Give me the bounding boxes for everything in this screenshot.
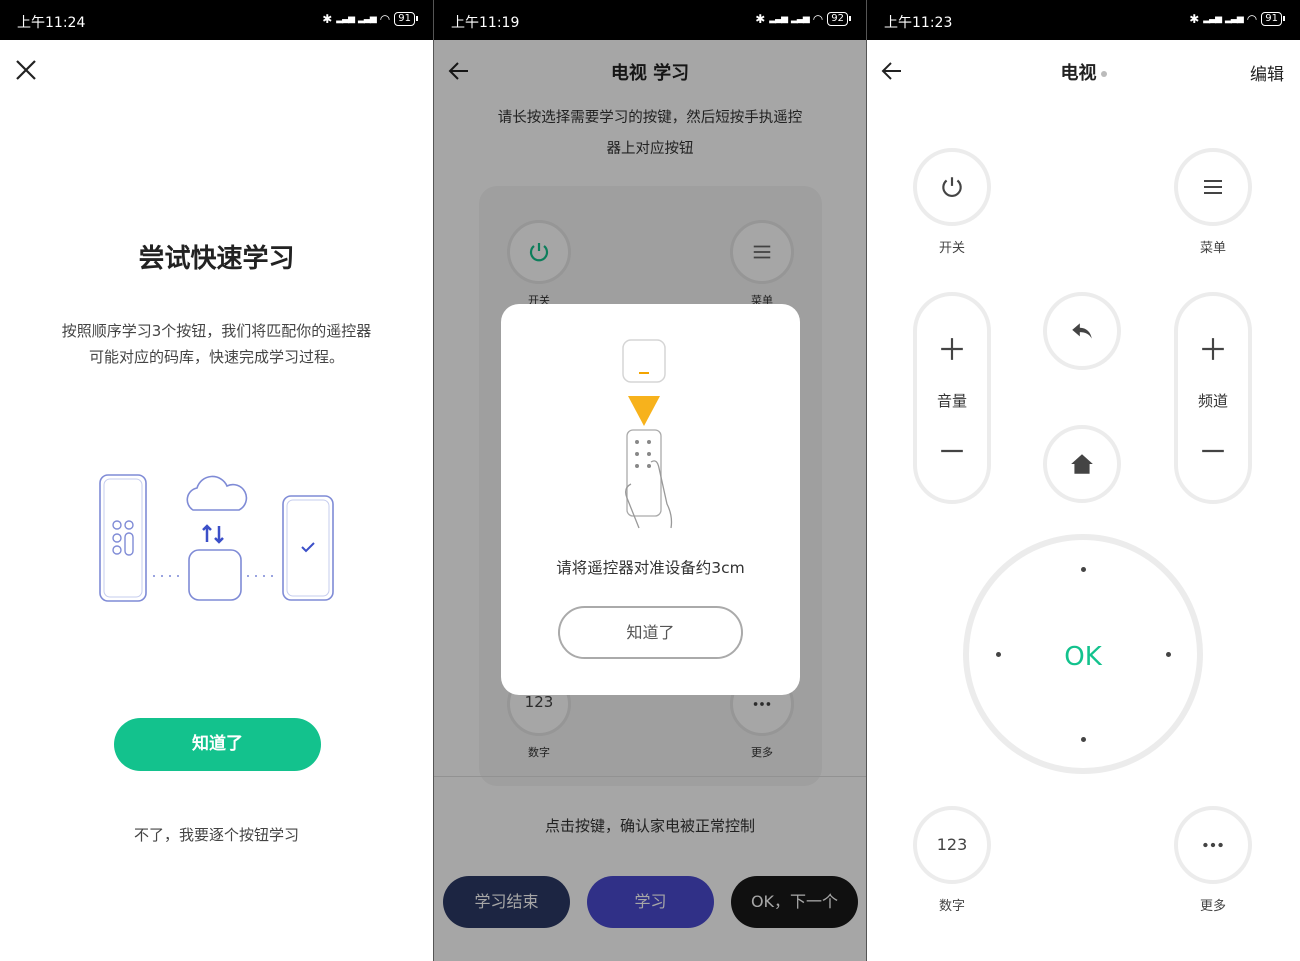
- signal-icon: ▂▃▅: [1203, 14, 1222, 24]
- page-title: 尝试快速学习: [138, 244, 295, 274]
- menu-button[interactable]: [1174, 148, 1252, 226]
- bluetooth-icon: ✱: [322, 12, 333, 26]
- home-icon: [1071, 454, 1093, 474]
- minus-icon[interactable]: [1200, 438, 1226, 464]
- device-name: 电视: [1060, 63, 1097, 84]
- edit-button[interactable]: 编辑: [1250, 60, 1284, 85]
- description-line: 可能对应的码库，快速完成学习过程。: [88, 348, 344, 366]
- close-icon[interactable]: [14, 58, 38, 82]
- number-button-text: 123: [936, 835, 968, 854]
- status-bar: 上午11:19 ✱ ▂▃▅ ▂▃▅ ◠ 92: [434, 0, 866, 40]
- wifi-icon: ◠: [812, 12, 824, 26]
- more-button[interactable]: [1174, 806, 1252, 884]
- aim-remote-illustration: [622, 339, 673, 529]
- more-label: 更多: [1199, 899, 1226, 914]
- signal-icon: ▂▃▅: [1225, 14, 1244, 24]
- page-title: 电视: [867, 59, 1300, 85]
- dialog-confirm-button[interactable]: 知道了: [558, 606, 743, 659]
- status-icons: ✱ ▂▃▅ ▂▃▅ ◠ 92: [755, 12, 851, 26]
- skip-link[interactable]: 不了，我要逐个按钮学习: [0, 824, 433, 845]
- wifi-icon: ◠: [1246, 12, 1258, 26]
- description-line: 按照顺序学习3个按钮，我们将匹配你的遥控器: [61, 322, 372, 340]
- return-button[interactable]: [1043, 292, 1121, 370]
- plus-icon[interactable]: [1200, 336, 1226, 362]
- bluetooth-icon: ✱: [1189, 12, 1200, 26]
- number-button[interactable]: 123: [913, 806, 991, 884]
- channel-label: 频道: [1197, 392, 1228, 410]
- alignment-dialog: 请将遥控器对准设备约3cm 知道了: [501, 304, 800, 695]
- dpad-up[interactable]: [1081, 567, 1086, 572]
- status-bar: 上午11:23 ✱ ▂▃▅ ▂▃▅ ◠ 91: [867, 0, 1300, 40]
- status-time: 上午11:23: [884, 15, 953, 31]
- signal-icon: ▂▃▅: [791, 14, 810, 24]
- ok-button[interactable]: OK: [969, 642, 1197, 672]
- confirm-button[interactable]: 知道了: [114, 718, 321, 771]
- power-label: 开关: [938, 241, 965, 256]
- minus-icon[interactable]: [939, 438, 965, 464]
- power-icon: [942, 177, 962, 198]
- volume-rocker: 音量: [913, 292, 991, 504]
- tv-remote-screen: 上午11:23 ✱ ▂▃▅ ▂▃▅ ◠ 91 电视 编辑 开关 菜单 音量 频道…: [867, 0, 1300, 961]
- channel-rocker: 频道: [1174, 292, 1252, 504]
- bluetooth-icon: ✱: [755, 12, 766, 26]
- status-icons: ✱ ▂▃▅ ▂▃▅ ◠ 91: [322, 12, 418, 26]
- status-time: 上午11:19: [451, 15, 520, 31]
- signal-icon: ▂▃▅: [358, 14, 377, 24]
- battery-level: 91: [1265, 13, 1278, 24]
- signal-icon: ▂▃▅: [336, 14, 355, 24]
- battery-icon: 92: [827, 12, 851, 26]
- dpad-down[interactable]: [1081, 737, 1086, 742]
- status-bar: 上午11:24 ✱ ▂▃▅ ▂▃▅ ◠ 91: [0, 0, 433, 40]
- connection-status-dot: [1100, 71, 1107, 77]
- status-time: 上午11:24: [17, 15, 86, 31]
- wifi-icon: ◠: [379, 12, 391, 26]
- battery-level: 91: [398, 13, 411, 24]
- signal-icon: ▂▃▅: [769, 14, 788, 24]
- menu-label: 菜单: [1199, 241, 1226, 256]
- learn-screen: 电视 学习 请长按选择需要学习的按键，然后短按手执遥控 器上对应按钮 开关 菜单…: [434, 0, 866, 961]
- return-icon: [1072, 323, 1092, 339]
- more-dots-icon: [1203, 842, 1223, 848]
- power-button[interactable]: [913, 148, 991, 226]
- battery-icon: 91: [1261, 12, 1285, 26]
- learning-illustration: [99, 474, 334, 602]
- battery-icon: 91: [394, 12, 418, 26]
- home-button[interactable]: [1043, 425, 1121, 503]
- quick-learn-screen: 上午11:24 ✱ ▂▃▅ ▂▃▅ ◠ 91 尝试快速学习 按照顺序学习3个按钮…: [0, 0, 433, 961]
- page-description: 按照顺序学习3个按钮，我们将匹配你的遥控器 可能对应的码库，快速完成学习过程。: [40, 318, 393, 370]
- battery-level: 92: [831, 13, 844, 24]
- direction-pad: OK: [963, 534, 1203, 774]
- number-label: 数字: [938, 899, 965, 914]
- plus-icon[interactable]: [939, 336, 965, 362]
- status-icons: ✱ ▂▃▅ ▂▃▅ ◠ 91: [1189, 12, 1285, 26]
- dialog-message: 请将遥控器对准设备约3cm: [556, 559, 745, 577]
- menu-icon: [1204, 180, 1222, 194]
- volume-label: 音量: [936, 392, 967, 410]
